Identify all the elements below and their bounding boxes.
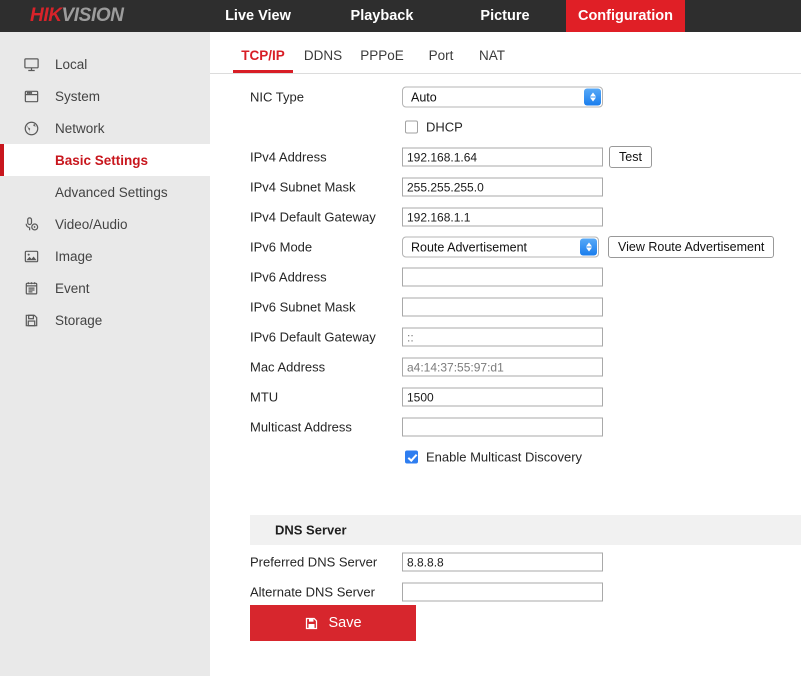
- save-button-label: Save: [328, 615, 361, 631]
- row-ipv4-subnet-mask: IPv4 Subnet Mask: [210, 172, 801, 202]
- sidebar-item-local[interactable]: Local: [0, 48, 210, 80]
- dns-server-header-text: DNS Server: [275, 523, 347, 538]
- sidebar-item-advanced-settings[interactable]: Advanced Settings: [0, 176, 210, 208]
- nav-configuration[interactable]: Configuration: [566, 0, 685, 32]
- label-ipv6-subnet-mask: IPv6 Subnet Mask: [250, 300, 356, 315]
- sidebar-label-advanced-settings: Advanced Settings: [55, 185, 168, 200]
- picture-icon: [22, 247, 40, 265]
- row-nic-type: NIC Type Auto: [210, 82, 801, 112]
- sidebar-item-image[interactable]: Image: [0, 240, 210, 272]
- tab-bar: TCP/IP DDNS PPPoE Port NAT: [210, 42, 801, 74]
- sidebar-label-local: Local: [55, 57, 87, 72]
- chevron-updown-icon[interactable]: [580, 239, 597, 256]
- sidebar-item-event[interactable]: Event: [0, 272, 210, 304]
- sidebar-item-basic-settings[interactable]: Basic Settings: [0, 144, 210, 176]
- dns-server-section-header: DNS Server: [250, 515, 801, 545]
- floppy-disk-icon: [22, 311, 40, 329]
- sidebar-item-storage[interactable]: Storage: [0, 304, 210, 336]
- enable-multicast-discovery-group[interactable]: Enable Multicast Discovery: [405, 442, 685, 472]
- label-ipv6-default-gateway: IPv6 Default Gateway: [250, 330, 376, 345]
- tab-pppoe[interactable]: PPPoE: [355, 42, 409, 73]
- sidebar-label-event: Event: [55, 281, 90, 296]
- hikvision-logo: HIKVISION: [30, 3, 124, 29]
- row-enable-multicast-discovery: Enable Multicast Discovery: [210, 442, 801, 472]
- label-ipv6-mode: IPv6 Mode: [250, 240, 312, 255]
- tab-tcpip[interactable]: TCP/IP: [233, 42, 293, 73]
- ipv6-mode-select[interactable]: Route Advertisement: [402, 237, 599, 258]
- label-ipv4-subnet-mask: IPv4 Subnet Mask: [250, 180, 356, 195]
- enable-multicast-discovery-checkbox[interactable]: [405, 451, 418, 464]
- monitor-icon: [22, 55, 40, 73]
- tab-nat[interactable]: NAT: [474, 42, 510, 73]
- row-ipv6-mode: IPv6 Mode Route Advertisement View Route…: [210, 232, 801, 262]
- ipv4-subnet-mask-input[interactable]: [402, 178, 603, 197]
- sidebar-label-video-audio: Video/Audio: [55, 217, 128, 232]
- tab-ddns[interactable]: DDNS: [298, 42, 348, 73]
- label-mac-address: Mac Address: [250, 360, 325, 375]
- mac-address-input: [402, 358, 603, 377]
- sidebar: Local System Network Basic Settings Adva…: [0, 32, 210, 676]
- row-mtu: MTU: [210, 382, 801, 412]
- nic-type-select[interactable]: Auto: [402, 87, 603, 108]
- label-dhcp: DHCP: [426, 120, 463, 135]
- nav-playback[interactable]: Playback: [320, 0, 444, 32]
- ipv6-subnet-mask-input[interactable]: [402, 298, 603, 317]
- nic-type-value: Auto: [403, 90, 437, 104]
- sidebar-label-network: Network: [55, 121, 105, 136]
- ipv4-default-gateway-input[interactable]: [402, 208, 603, 227]
- preferred-dns-input[interactable]: [402, 553, 603, 572]
- label-nic-type: NIC Type: [250, 90, 304, 105]
- label-multicast-address: Multicast Address: [250, 420, 352, 435]
- ipv6-mode-value: Route Advertisement: [403, 240, 527, 254]
- notepad-icon: [22, 279, 40, 297]
- window-icon: [22, 87, 40, 105]
- ipv6-default-gateway-input[interactable]: [402, 328, 603, 347]
- top-navigation-bar: HIKVISION Live View Playback Picture Con…: [0, 0, 801, 32]
- nav-picture[interactable]: Picture: [444, 0, 566, 32]
- multicast-address-input[interactable]: [402, 418, 603, 437]
- sidebar-item-network[interactable]: Network: [0, 112, 210, 144]
- sidebar-label-system: System: [55, 89, 100, 104]
- mtu-input[interactable]: [402, 388, 603, 407]
- label-alternate-dns: Alternate DNS Server: [250, 585, 375, 600]
- label-ipv4-address: IPv4 Address: [250, 150, 327, 165]
- row-preferred-dns: Preferred DNS Server: [210, 547, 801, 577]
- nav-live-view[interactable]: Live View: [196, 0, 320, 32]
- dhcp-checkbox-group[interactable]: DHCP: [405, 112, 555, 142]
- sidebar-label-basic-settings: Basic Settings: [55, 153, 148, 168]
- label-ipv4-default-gateway: IPv4 Default Gateway: [250, 210, 376, 225]
- logo-hik-text: HIK: [30, 5, 62, 26]
- chevron-updown-icon[interactable]: [584, 89, 601, 106]
- floppy-disk-icon: [304, 616, 319, 631]
- label-preferred-dns: Preferred DNS Server: [250, 555, 377, 570]
- row-multicast-address: Multicast Address: [210, 412, 801, 442]
- label-ipv6-address: IPv6 Address: [250, 270, 327, 285]
- tab-port[interactable]: Port: [422, 42, 460, 73]
- ipv4-address-input[interactable]: [402, 148, 603, 167]
- row-ipv4-address: IPv4 Address Test: [210, 142, 801, 172]
- save-button[interactable]: Save: [250, 605, 416, 641]
- sidebar-label-image: Image: [55, 249, 93, 264]
- test-button[interactable]: Test: [609, 146, 652, 168]
- row-dhcp: DHCP: [210, 112, 801, 142]
- sidebar-item-video-audio[interactable]: Video/Audio: [0, 208, 210, 240]
- dhcp-checkbox[interactable]: [405, 121, 418, 134]
- row-ipv6-subnet-mask: IPv6 Subnet Mask: [210, 292, 801, 322]
- label-mtu: MTU: [250, 390, 278, 405]
- sidebar-item-system[interactable]: System: [0, 80, 210, 112]
- content-panel: TCP/IP DDNS PPPoE Port NAT NIC Type Auto…: [210, 32, 801, 676]
- logo-vision-text: VISION: [62, 5, 124, 26]
- view-route-advertisement-button[interactable]: View Route Advertisement: [608, 236, 774, 258]
- globe-icon: [22, 119, 40, 137]
- microphone-icon: [22, 215, 40, 233]
- row-ipv6-address: IPv6 Address: [210, 262, 801, 292]
- sidebar-label-storage: Storage: [55, 313, 102, 328]
- row-ipv6-default-gateway: IPv6 Default Gateway: [210, 322, 801, 352]
- alternate-dns-input[interactable]: [402, 583, 603, 602]
- label-enable-multicast-discovery: Enable Multicast Discovery: [426, 450, 582, 465]
- row-alternate-dns: Alternate DNS Server: [210, 577, 801, 607]
- row-mac-address: Mac Address: [210, 352, 801, 382]
- ipv6-address-input[interactable]: [402, 268, 603, 287]
- row-ipv4-default-gateway: IPv4 Default Gateway: [210, 202, 801, 232]
